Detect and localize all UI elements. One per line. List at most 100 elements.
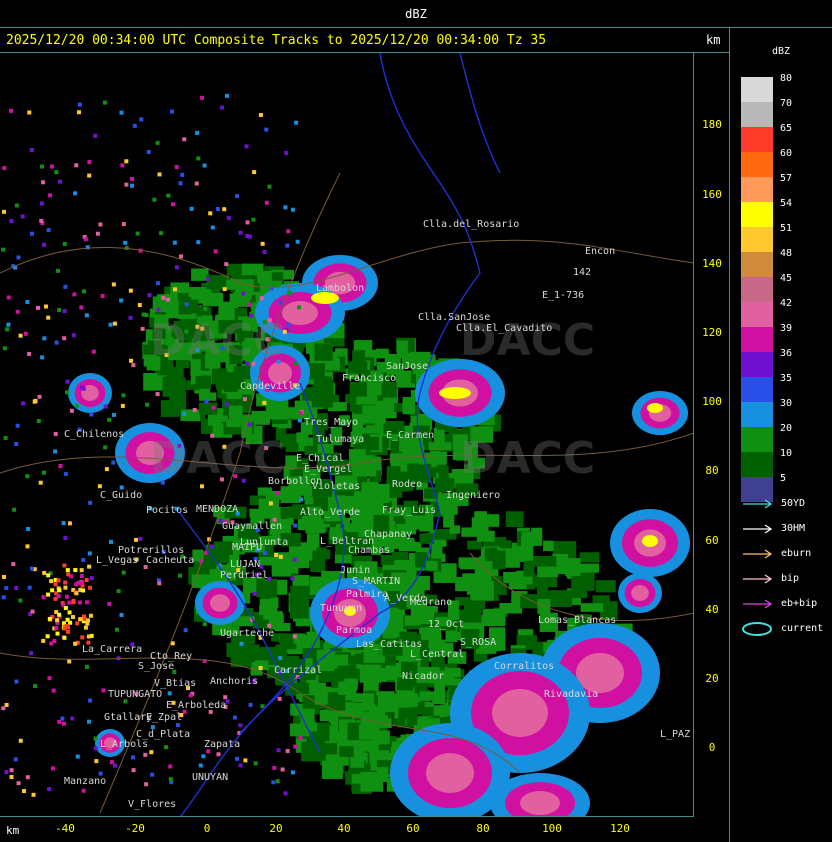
color-swatch bbox=[741, 127, 773, 152]
place-label: MAIPU bbox=[232, 542, 263, 553]
ellipse-icon bbox=[742, 622, 772, 636]
color-scale bbox=[741, 77, 773, 502]
arrow-icon bbox=[743, 574, 773, 584]
place-label: Manzano bbox=[64, 776, 107, 787]
color-swatch-label: 80 bbox=[780, 73, 793, 84]
color-swatch bbox=[741, 277, 773, 302]
color-swatch bbox=[741, 202, 773, 227]
color-swatch-label: 39 bbox=[780, 323, 793, 334]
color-swatch-label: 20 bbox=[780, 423, 793, 434]
place-label: C_Chilenos bbox=[64, 429, 125, 440]
color-swatch-label: 65 bbox=[780, 123, 793, 134]
track-legend-item: 30HM bbox=[741, 521, 831, 537]
place-label: Anchoris bbox=[210, 676, 259, 687]
page-title: 2025/12/20 00:34:00 UTC Composite Tracks… bbox=[6, 33, 547, 48]
panel-divider bbox=[729, 28, 730, 842]
place-label: UNUYAN bbox=[192, 772, 229, 783]
color-swatch bbox=[741, 452, 773, 477]
place-label: Tres_Mayo bbox=[304, 417, 359, 428]
place-label: Rivadavia bbox=[544, 689, 599, 700]
track-legend-item: bip bbox=[741, 571, 831, 587]
track-legend-label: eb+bip bbox=[781, 598, 818, 609]
place-label: V_Flores bbox=[128, 799, 177, 810]
y-tick-label: 140 bbox=[702, 257, 722, 270]
place-label: Clla.El_Cavadito bbox=[456, 323, 553, 334]
x-tick-label: -20 bbox=[125, 822, 145, 835]
place-label: Capdeville bbox=[240, 381, 301, 392]
x-tick-label: 80 bbox=[476, 822, 490, 835]
place-label: LUJAN bbox=[230, 559, 261, 570]
color-swatch-label: 70 bbox=[780, 98, 793, 109]
window-title: dBZ bbox=[405, 7, 427, 21]
place-label: 142 bbox=[573, 267, 592, 278]
place-label: Ingeniero bbox=[446, 490, 501, 501]
arrow-icon bbox=[743, 524, 773, 534]
track-legend-label: 50YD bbox=[781, 498, 806, 509]
color-swatch bbox=[741, 402, 773, 427]
color-swatch bbox=[741, 302, 773, 327]
color-swatch bbox=[741, 102, 773, 127]
place-label: Clla.SanJose bbox=[418, 312, 491, 323]
place-label: L_Central bbox=[410, 649, 465, 660]
x-tick-label: 100 bbox=[542, 822, 562, 835]
place-label: SanJose bbox=[386, 361, 429, 372]
track-legend-label: 30HM bbox=[781, 523, 806, 534]
color-swatch-label: 30 bbox=[780, 398, 793, 409]
color-swatch bbox=[741, 177, 773, 202]
radar-map[interactable]: DACC DACC DACC DACC Clla.del_Rosario Enc… bbox=[0, 53, 694, 817]
x-tick-label: 120 bbox=[610, 822, 630, 835]
place-label: Pocitos bbox=[146, 505, 189, 516]
color-swatch bbox=[741, 377, 773, 402]
place-label: Zapata bbox=[204, 739, 241, 750]
color-swatch bbox=[741, 227, 773, 252]
x-tick-label: 20 bbox=[269, 822, 283, 835]
color-swatch-label: 36 bbox=[780, 348, 793, 359]
place-label: La_Carrera bbox=[82, 644, 143, 655]
track-legend-item: current bbox=[741, 621, 831, 637]
track-legend-label: eburn bbox=[781, 548, 812, 559]
color-swatch-label: 48 bbox=[780, 248, 793, 259]
place-label: E_Zpal bbox=[146, 712, 183, 723]
place-label: L_Vegas bbox=[96, 555, 139, 566]
place-label: Nicador bbox=[402, 671, 445, 682]
place-label: Lambolon bbox=[316, 283, 365, 294]
color-swatch bbox=[741, 152, 773, 177]
unit-label-top: km bbox=[706, 33, 721, 47]
y-tick-label: 180 bbox=[702, 118, 722, 131]
watermark-logo: DACC bbox=[150, 433, 286, 484]
place-label: Cacheuta bbox=[146, 555, 195, 566]
place-label: L_Arbols bbox=[100, 739, 149, 750]
place-label: Francisco bbox=[342, 373, 397, 384]
place-label: 12_Oct bbox=[428, 619, 465, 630]
track-legend-label: bip bbox=[781, 573, 800, 584]
arrow-icon bbox=[743, 499, 773, 509]
color-swatch bbox=[741, 77, 773, 102]
color-swatch-label: 45 bbox=[780, 273, 793, 284]
x-tick-label: 0 bbox=[203, 822, 211, 835]
place-label: L_PAZ bbox=[660, 729, 691, 740]
place-label: Carrizal bbox=[274, 665, 323, 676]
x-tick-label: 60 bbox=[406, 822, 420, 835]
y-tick-label: 0 bbox=[708, 741, 716, 754]
place-label: Perdriel bbox=[220, 570, 269, 581]
place-label: Rodeo bbox=[392, 479, 423, 490]
place-label: C_Guido bbox=[100, 490, 143, 501]
color-swatch-label: 42 bbox=[780, 298, 793, 309]
unit-label-bottom: km bbox=[6, 824, 20, 837]
place-label: Corralitos bbox=[494, 661, 555, 672]
track-legend-item: 50YD bbox=[741, 496, 831, 512]
header-bar: 2025/12/20 00:34:00 UTC Composite Tracks… bbox=[0, 29, 730, 53]
place-label: L_Beltran bbox=[320, 536, 375, 547]
place-label: E_1-736 bbox=[542, 290, 585, 301]
place-label: Ugarteche bbox=[220, 628, 275, 639]
arrow-icon bbox=[743, 549, 773, 559]
place-label: Clla.del_Rosario bbox=[423, 219, 520, 230]
track-legend-label: current bbox=[781, 623, 824, 634]
color-swatch-label: 60 bbox=[780, 148, 793, 159]
place-label: Parmoa bbox=[336, 625, 373, 636]
color-swatch-label: 5 bbox=[780, 473, 787, 484]
watermark-logo: DACC bbox=[460, 433, 596, 484]
arrow-icon bbox=[743, 599, 773, 609]
place-label: S_ROSA bbox=[460, 637, 497, 648]
place-label: Medrano bbox=[410, 597, 453, 608]
